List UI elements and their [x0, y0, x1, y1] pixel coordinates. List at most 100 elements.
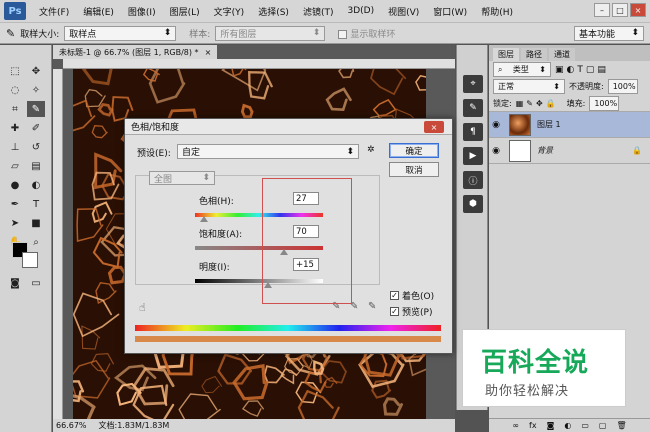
- fill-input[interactable]: 100%: [589, 95, 620, 111]
- eyedropper-minus-icon[interactable]: ✎: [368, 301, 376, 312]
- layer-row[interactable]: ◉ 背景 🔒: [489, 138, 650, 164]
- info-panel-icon[interactable]: ⓘ: [463, 171, 483, 189]
- dodge-tool-icon[interactable]: ◐: [27, 177, 45, 193]
- quick-mask-icon[interactable]: ◙: [6, 275, 24, 291]
- menu-filter[interactable]: 滤镜(T): [296, 5, 341, 18]
- menu-layer[interactable]: 图层(L): [163, 5, 207, 18]
- blur-tool-icon[interactable]: ●: [6, 177, 24, 193]
- vertical-ruler: [53, 69, 63, 419]
- preset-label: 预设(E):: [137, 149, 171, 159]
- opacity-input[interactable]: 100%: [607, 79, 638, 94]
- crop-tool-icon[interactable]: ⌗: [6, 101, 24, 117]
- show-ring-checkbox[interactable]: 显示取样环: [338, 27, 395, 40]
- hue-slider-thumb[interactable]: [200, 216, 208, 222]
- brush-tool-icon[interactable]: ✐: [27, 120, 45, 136]
- background-color-swatch[interactable]: [22, 252, 38, 268]
- document-tab[interactable]: 未标题-1 @ 66.7% (图层 1, RGB/8) * ×: [53, 45, 218, 59]
- layer-thumbnail: [509, 113, 531, 136]
- menu-image[interactable]: 图像(I): [121, 5, 163, 18]
- gradient-tool-icon[interactable]: ▤: [27, 158, 45, 174]
- zoom-readout[interactable]: 66.67%: [56, 421, 87, 430]
- preview-checkbox[interactable]: ✓ 预览(P): [390, 305, 432, 318]
- eyedropper-tool-icon[interactable]: ✎: [6, 27, 15, 40]
- move-tool-icon[interactable]: ✥: [27, 63, 45, 79]
- folder-icon[interactable]: ▭: [581, 421, 589, 430]
- on-image-adjust-icon[interactable]: ☝: [139, 301, 146, 314]
- shape-tool-icon[interactable]: ■: [27, 215, 45, 231]
- trash-icon[interactable]: 🗑: [616, 421, 626, 430]
- path-select-tool-icon[interactable]: ➤: [6, 215, 24, 231]
- new-layer-icon[interactable]: ▢: [599, 421, 607, 430]
- maximize-icon[interactable]: □: [612, 3, 628, 17]
- type-tool-icon[interactable]: T: [27, 196, 45, 212]
- checkmark-icon: ✓: [390, 307, 399, 316]
- watermark-title: 百科全说: [481, 348, 590, 378]
- history-panel-icon[interactable]: ⌖: [463, 75, 483, 93]
- menu-file[interactable]: 文件(F): [32, 5, 76, 18]
- window-controls: – □ ×: [594, 3, 646, 17]
- lasso-tool-icon[interactable]: ◌: [6, 82, 24, 98]
- source-color-bar: [135, 325, 441, 331]
- close-icon[interactable]: ×: [205, 48, 212, 57]
- eyedropper-tool-icon[interactable]: ✎: [27, 101, 45, 117]
- preset-options-icon[interactable]: ✲: [367, 145, 375, 155]
- menu-view[interactable]: 视图(V): [381, 5, 426, 18]
- adjustment-icon[interactable]: ◐: [564, 421, 571, 430]
- visibility-eye-icon[interactable]: ◉: [489, 146, 503, 156]
- fx-icon[interactable]: fx: [529, 421, 537, 430]
- sample-size-select[interactable]: 取样点 ⬍: [64, 25, 177, 41]
- menu-3d[interactable]: 3D(D): [340, 6, 381, 16]
- actions-panel-icon[interactable]: ▶: [463, 147, 483, 165]
- dialog-title: 色相/饱和度: [125, 119, 452, 135]
- sample-select[interactable]: 所有图层 ⬍: [215, 25, 326, 41]
- chevron-down-icon: ⬍: [631, 28, 639, 38]
- tab-channels[interactable]: 通道: [549, 48, 575, 61]
- pen-tool-icon[interactable]: ✒: [6, 196, 24, 212]
- healing-tool-icon[interactable]: ✚: [6, 120, 24, 136]
- history-brush-tool-icon[interactable]: ↺: [27, 139, 45, 155]
- close-icon[interactable]: ×: [630, 3, 646, 17]
- 3d-panel-icon[interactable]: ⬢: [463, 195, 483, 213]
- link-icon[interactable]: ∞: [512, 421, 519, 430]
- watermark-logo: 百科全说 助你轻松解决: [462, 329, 626, 407]
- colorize-checkbox[interactable]: ✓ 着色(O): [390, 289, 434, 302]
- workspace-select[interactable]: 基本功能 ⬍: [574, 25, 644, 41]
- properties-panel-icon[interactable]: ✎: [463, 99, 483, 117]
- preset-select[interactable]: 自定 ⬍: [177, 144, 359, 159]
- menu-type[interactable]: 文字(Y): [207, 5, 252, 18]
- layer-thumbnail: [509, 139, 531, 162]
- filter-icons[interactable]: ▣◐T▢▤: [555, 65, 609, 75]
- eraser-tool-icon[interactable]: ▱: [6, 158, 24, 174]
- menu-help[interactable]: 帮助(H): [474, 5, 520, 18]
- visibility-eye-icon[interactable]: ◉: [489, 120, 503, 130]
- chevron-down-icon: ⬍: [312, 28, 321, 38]
- mask-icon[interactable]: ◙: [547, 421, 555, 430]
- marquee-tool-icon[interactable]: ⬚: [6, 63, 24, 79]
- watermark-subtitle: 助你轻松解决: [485, 384, 570, 399]
- menu-bar: Ps 文件(F) 编辑(E) 图像(I) 图层(L) 文字(Y) 选择(S) 滤…: [0, 0, 650, 22]
- zoom-tool-icon[interactable]: ⌕: [27, 234, 45, 250]
- document-info: 文档:1.83M/1.83M: [98, 421, 170, 430]
- quick-select-tool-icon[interactable]: ✧: [27, 82, 45, 98]
- menu-select[interactable]: 选择(S): [251, 5, 296, 18]
- menu-edit[interactable]: 编辑(E): [76, 5, 121, 18]
- layer-row[interactable]: ◉ 图层 1: [489, 112, 650, 138]
- channel-select[interactable]: 全图 ⬍: [149, 171, 215, 185]
- lock-icons[interactable]: ▦✎✥🔒: [516, 99, 559, 108]
- tab-paths[interactable]: 路径: [521, 48, 547, 61]
- menu-window[interactable]: 窗口(W): [426, 5, 474, 18]
- stamp-tool-icon[interactable]: ⊥: [6, 139, 24, 155]
- tab-layers[interactable]: 图层: [493, 48, 519, 61]
- ok-button[interactable]: 确定: [389, 143, 439, 158]
- result-color-bar: [135, 336, 441, 342]
- close-icon[interactable]: ×: [424, 121, 444, 133]
- kind-filter-select[interactable]: ⌕ 类型 ⬍: [493, 62, 551, 77]
- blend-mode-select[interactable]: 正常 ⬍: [493, 79, 565, 94]
- cancel-button[interactable]: 取消: [389, 162, 439, 177]
- status-bar: 66.67% 文档:1.83M/1.83M: [53, 419, 455, 432]
- minimize-icon[interactable]: –: [594, 3, 610, 17]
- search-icon: ⌕: [498, 64, 503, 74]
- app-logo: Ps: [4, 2, 26, 20]
- screen-mode-icon[interactable]: ▭: [27, 275, 45, 291]
- paragraph-panel-icon[interactable]: ¶: [463, 123, 483, 141]
